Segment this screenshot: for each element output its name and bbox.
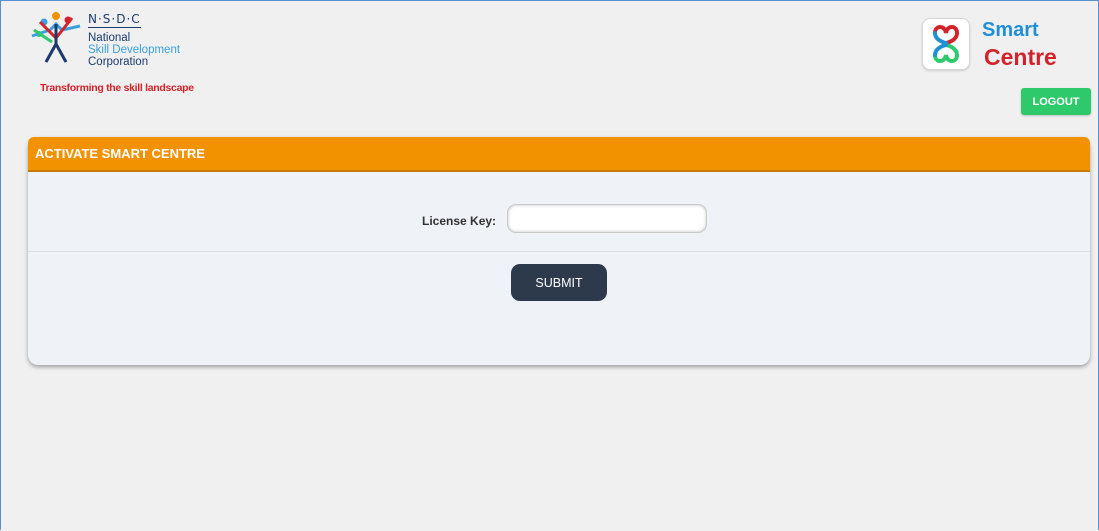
panel-header: ACTIVATE SMART CENTRE (28, 137, 1090, 172)
smart-centre-logo: Smart Centre (922, 18, 1092, 78)
divider (28, 251, 1090, 252)
activate-panel: ACTIVATE SMART CENTRE License Key: SUBMI… (28, 137, 1090, 365)
panel-title: ACTIVATE SMART CENTRE (35, 146, 205, 161)
license-key-input[interactable] (507, 204, 707, 233)
smart-centre-word2: Centre (984, 44, 1057, 70)
smart-centre-badge (922, 18, 970, 70)
logout-button[interactable]: LOGOUT (1021, 88, 1091, 115)
license-key-label: License Key: (422, 214, 497, 228)
nsdc-name-line2: Skill Development (88, 44, 181, 56)
nsdc-name-line3: Corporation (88, 56, 149, 68)
knot-icon (933, 25, 960, 63)
nsdc-name-line1: National (88, 32, 131, 44)
nsdc-abbreviation: N·S·D·C (88, 12, 141, 28)
smart-centre-word1: Smart (982, 19, 1039, 41)
nsdc-people-icon (31, 12, 81, 63)
nsdc-tagline: Transforming the skill landscape (40, 82, 194, 94)
nsdc-logo: N·S·D·C National Skill Development Corpo… (30, 8, 220, 98)
submit-button[interactable]: SUBMIT (511, 264, 607, 301)
